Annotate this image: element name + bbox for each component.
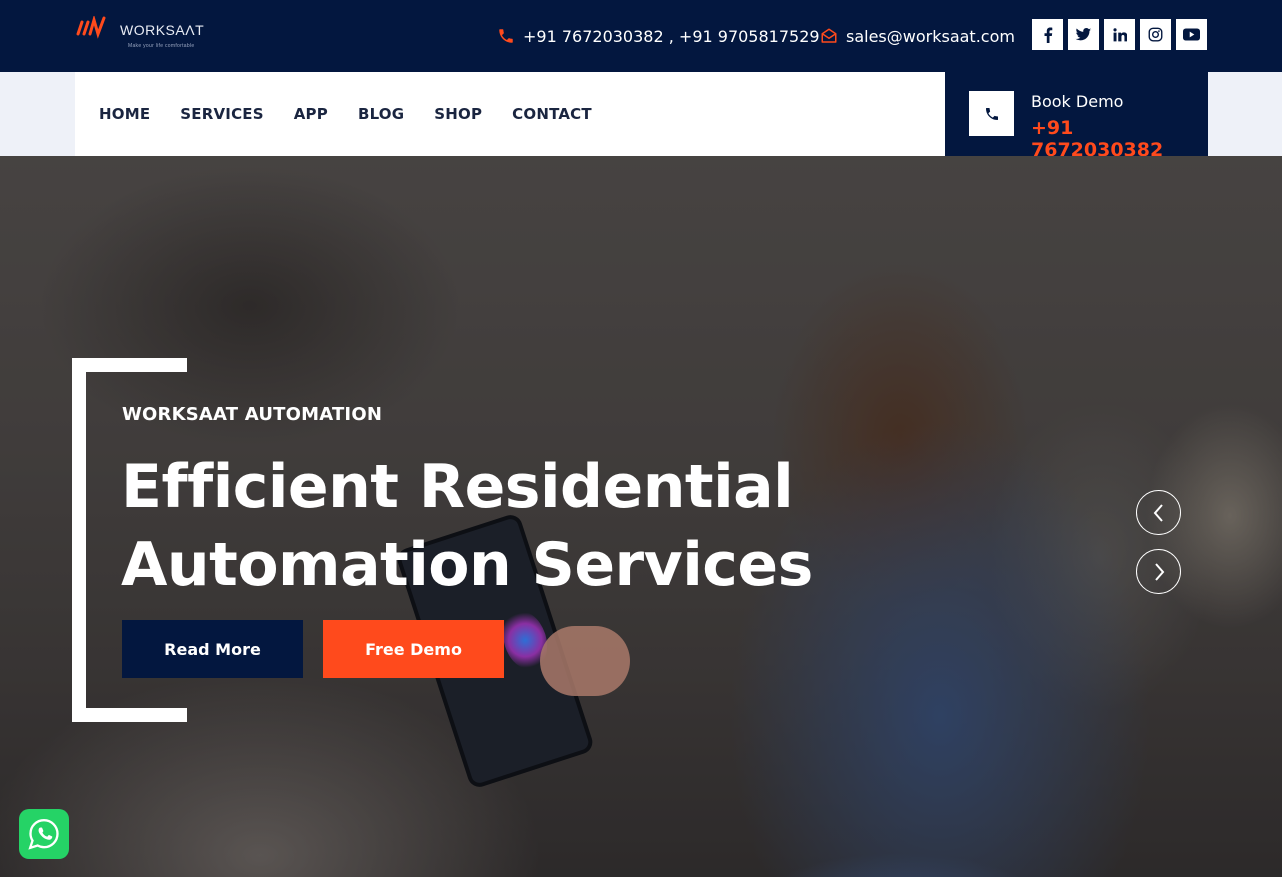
whatsapp-icon xyxy=(28,819,59,850)
email-address: sales@worksaat.com xyxy=(846,26,1015,46)
nav-item-shop[interactable]: SHOP xyxy=(434,105,482,123)
chevron-right-icon xyxy=(1154,562,1164,581)
logo-text: WORKSAɅT xyxy=(120,22,205,38)
nav-item-blog[interactable]: BLOG xyxy=(358,105,404,123)
book-demo-box[interactable]: Book Demo +91 7672030382 xyxy=(945,72,1208,161)
nav-item-services[interactable]: SERVICES xyxy=(180,105,263,123)
logo-mark-icon xyxy=(76,16,106,39)
linkedin-icon[interactable] xyxy=(1104,19,1135,50)
hero-subtitle: WORKSAAT AUTOMATION xyxy=(122,404,383,425)
phone-numbers: +91 7672030382 , +91 9705817529 xyxy=(523,26,820,46)
nav-item-app[interactable]: APP xyxy=(294,105,328,123)
phone-contact[interactable]: +91 7672030382 , +91 9705817529 xyxy=(497,24,820,48)
nav-item-home[interactable]: HOME xyxy=(99,105,150,123)
phone-icon xyxy=(969,91,1014,136)
top-bar: WORKSAɅT Make your life comfortable +91 … xyxy=(0,0,1282,72)
social-links xyxy=(1032,19,1207,50)
hero-hand-image xyxy=(540,626,630,696)
hero-slider: WORKSAAT AUTOMATION Efficient Residentia… xyxy=(0,156,1282,877)
hero-title: Efficient Residential Automation Service… xyxy=(121,448,821,604)
slider-prev-button[interactable] xyxy=(1136,490,1181,535)
instagram-icon[interactable] xyxy=(1140,19,1171,50)
main-navigation: HOME SERVICES APP BLOG SHOP CONTACT xyxy=(75,72,945,156)
email-contact[interactable]: sales@worksaat.com xyxy=(820,24,1015,48)
phone-icon xyxy=(499,29,513,43)
nav-item-contact[interactable]: CONTACT xyxy=(512,105,592,123)
slider-next-button[interactable] xyxy=(1136,549,1181,594)
read-more-button[interactable]: Read More xyxy=(122,620,303,678)
logo[interactable]: WORKSAɅT Make your life comfortable xyxy=(76,16,211,56)
chevron-left-icon xyxy=(1153,503,1163,522)
envelope-icon xyxy=(821,28,837,43)
hero-title-line-1: Efficient Residential xyxy=(121,452,794,522)
facebook-icon[interactable] xyxy=(1032,19,1063,50)
youtube-icon[interactable] xyxy=(1176,19,1207,50)
book-demo-label: Book Demo xyxy=(1031,92,1124,111)
twitter-icon[interactable] xyxy=(1068,19,1099,50)
whatsapp-button[interactable] xyxy=(19,809,69,859)
logo-tagline: Make your life comfortable xyxy=(128,43,195,49)
free-demo-button[interactable]: Free Demo xyxy=(323,620,504,678)
nav-list: HOME SERVICES APP BLOG SHOP CONTACT xyxy=(99,105,592,123)
hero-title-line-2: Automation Services xyxy=(121,530,813,600)
book-demo-phone[interactable]: +91 7672030382 xyxy=(1031,117,1208,161)
